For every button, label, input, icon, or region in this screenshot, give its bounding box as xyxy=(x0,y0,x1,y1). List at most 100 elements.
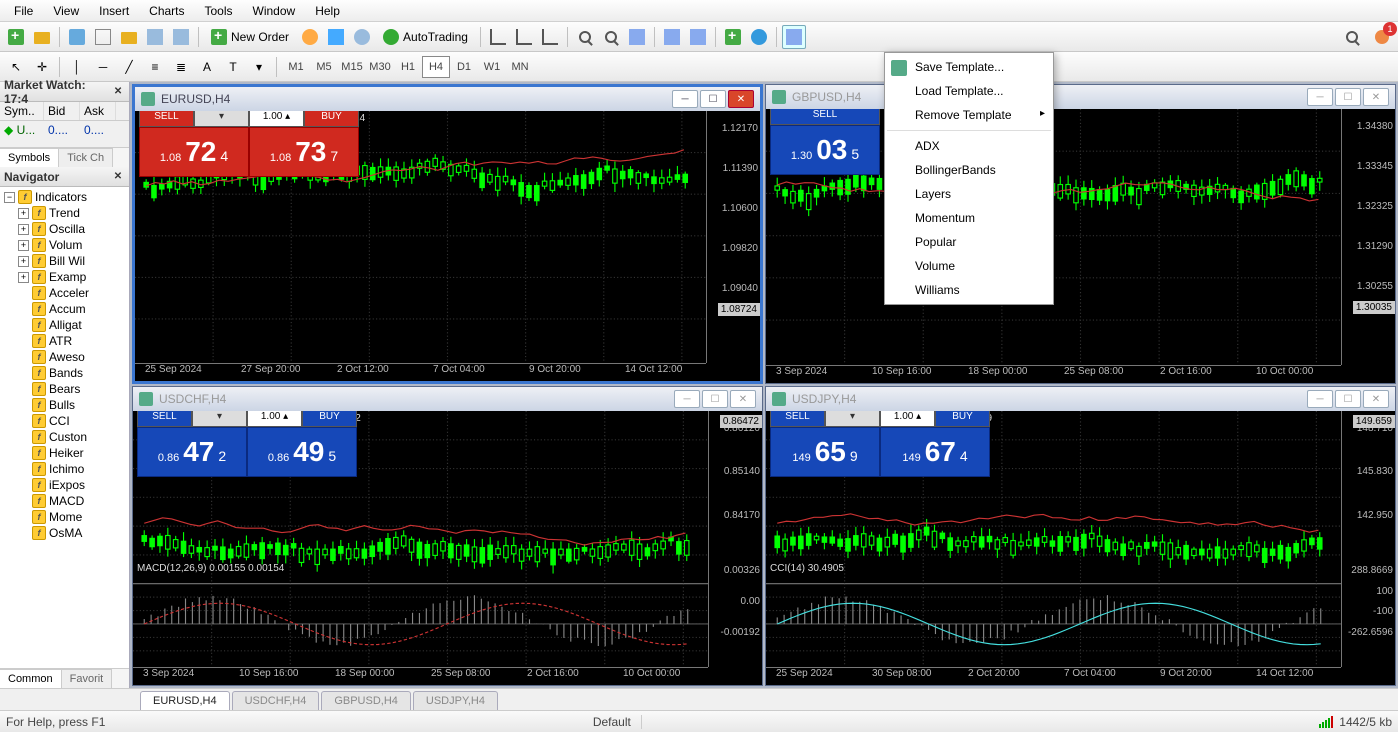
buy-box[interactable]: 149674 xyxy=(880,427,990,477)
tab-symbols[interactable]: Symbols xyxy=(0,148,59,167)
timeframe-m1[interactable]: M1 xyxy=(282,56,310,78)
menu-window[interactable]: Window xyxy=(243,2,306,20)
nav-item-bulls[interactable]: fBulls xyxy=(2,397,127,413)
minimize-button[interactable]: ─ xyxy=(1307,88,1333,106)
dd-preset-popular[interactable]: Popular xyxy=(885,230,1053,254)
periodicity-button[interactable] xyxy=(747,25,771,49)
fibonacci-button[interactable]: ≣ xyxy=(169,55,193,79)
auto-scroll-button[interactable] xyxy=(660,25,684,49)
text-button[interactable]: A xyxy=(195,55,219,79)
chart-titlebar[interactable]: USDJPY,H4 ─ ☐ ✕ xyxy=(766,387,1395,411)
timeframe-h4[interactable]: H4 xyxy=(422,56,450,78)
nav-item-bears[interactable]: fBears xyxy=(2,381,127,397)
navigator-close[interactable]: ✕ xyxy=(111,170,125,184)
nav-item-custon[interactable]: fCuston xyxy=(2,429,127,445)
chart-window-usdjpy-h4[interactable]: USDJPY,H4 ─ ☐ ✕ ▲ USDJPY,H4 149.443 149.… xyxy=(765,386,1396,686)
dd-preset-bollingerbands[interactable]: BollingerBands xyxy=(885,158,1053,182)
dd-preset-momentum[interactable]: Momentum xyxy=(885,206,1053,230)
new-order-button[interactable]: New Order xyxy=(204,25,296,49)
zoom-in-button[interactable] xyxy=(573,25,597,49)
candle-chart-button[interactable] xyxy=(512,25,536,49)
nav-item-trend[interactable]: +fTrend xyxy=(2,205,127,221)
tree-root-indicators[interactable]: − f Indicators xyxy=(2,189,127,205)
meta-editor-button[interactable] xyxy=(298,25,322,49)
timeframe-m15[interactable]: M15 xyxy=(338,56,366,78)
vertical-line-button[interactable]: │ xyxy=(65,55,89,79)
minimize-button[interactable]: ─ xyxy=(674,390,700,408)
dd-preset-volume[interactable]: Volume xyxy=(885,254,1053,278)
chart-tab-gbpusd-h4[interactable]: GBPUSD,H4 xyxy=(321,691,411,710)
sell-label[interactable]: SELL xyxy=(770,109,880,125)
chart-titlebar[interactable]: GBPUSD,H4 ─ ☐ ✕ xyxy=(766,85,1395,109)
dd-save-template[interactable]: Save Template... xyxy=(885,55,1053,79)
chart-canvas[interactable]: ▲ USDJPY,H4 149.443 149.739 149.200 149.… xyxy=(766,411,1395,685)
sell-box[interactable]: 1.30035 xyxy=(770,125,880,175)
nav-item-osma[interactable]: fOsMA xyxy=(2,525,127,541)
navigator-toggle[interactable] xyxy=(117,25,141,49)
timeframe-mn[interactable]: MN xyxy=(506,56,534,78)
maximize-button[interactable]: ☐ xyxy=(1335,88,1361,106)
nav-item-heiker[interactable]: fHeiker xyxy=(2,445,127,461)
timeframe-d1[interactable]: D1 xyxy=(450,56,478,78)
volume-down[interactable]: ▾ xyxy=(825,411,880,427)
dd-load-template[interactable]: Load Template... xyxy=(885,79,1053,103)
col-bid[interactable]: Bid xyxy=(44,102,80,120)
nav-item-acceler[interactable]: fAcceler xyxy=(2,285,127,301)
nav-item-aweso[interactable]: fAweso xyxy=(2,349,127,365)
cursor-button[interactable]: ↖ xyxy=(4,55,28,79)
nav-item-volum[interactable]: +fVolum xyxy=(2,237,127,253)
profiles-button[interactable] xyxy=(30,25,54,49)
horizontal-line-button[interactable]: ─ xyxy=(91,55,115,79)
tab-tick-chart[interactable]: Tick Ch xyxy=(59,148,113,167)
col-ask[interactable]: Ask xyxy=(80,102,116,120)
chart-canvas[interactable]: ▲ GBPUSD,H4 1.3014 SELL 1.30035 xyxy=(766,109,1395,383)
nav-item-bands[interactable]: fBands xyxy=(2,365,127,381)
market-watch-toggle[interactable] xyxy=(65,25,89,49)
dd-preset-williams[interactable]: Williams xyxy=(885,278,1053,302)
crosshair-button[interactable]: ✛ xyxy=(30,55,54,79)
chart-window-eurusd-h4[interactable]: EURUSD,H4 ─ ☐ ✕ ▲ EURUSD,H4 1.08884 1.08… xyxy=(132,84,763,384)
nav-item-examp[interactable]: +fExamp xyxy=(2,269,127,285)
bar-chart-button[interactable] xyxy=(486,25,510,49)
chart-window-usdchf-h4[interactable]: USDCHF,H4 ─ ☐ ✕ ▲ USDCHF,H4 0.86311 0.86… xyxy=(132,386,763,686)
sell-label[interactable]: SELL xyxy=(137,411,192,427)
sell-label[interactable]: SELL xyxy=(139,111,194,127)
menu-insert[interactable]: Insert xyxy=(89,2,139,20)
timeframe-m30[interactable]: M30 xyxy=(366,56,394,78)
close-button[interactable]: ✕ xyxy=(1363,390,1389,408)
sell-label[interactable]: SELL xyxy=(770,411,825,427)
buy-label[interactable]: BUY xyxy=(304,111,359,127)
sell-box[interactable]: 1.08724 xyxy=(139,127,249,177)
strategy-tester-toggle[interactable] xyxy=(169,25,193,49)
nav-item-accum[interactable]: fAccum xyxy=(2,301,127,317)
channel-button[interactable]: ≡ xyxy=(143,55,167,79)
tab-common[interactable]: Common xyxy=(0,669,62,688)
menu-charts[interactable]: Charts xyxy=(139,2,194,20)
nav-item-macd[interactable]: fMACD xyxy=(2,493,127,509)
data-window-toggle[interactable] xyxy=(91,25,115,49)
nav-item-atr[interactable]: fATR xyxy=(2,333,127,349)
signals-button[interactable] xyxy=(350,25,374,49)
sell-box[interactable]: 0.86472 xyxy=(137,427,247,477)
chart-shift-button[interactable] xyxy=(686,25,710,49)
collapse-icon[interactable]: − xyxy=(4,192,15,203)
tab-favorites[interactable]: Favorit xyxy=(62,669,113,688)
zoom-out-button[interactable] xyxy=(599,25,623,49)
nav-item-billwil[interactable]: +fBill Wil xyxy=(2,253,127,269)
chart-tab-usdjpy-h4[interactable]: USDJPY,H4 xyxy=(413,691,498,710)
dd-remove-template[interactable]: Remove Template xyxy=(885,103,1053,127)
chart-titlebar[interactable]: EURUSD,H4 ─ ☐ ✕ xyxy=(135,87,760,111)
nav-item-cci[interactable]: fCCI xyxy=(2,413,127,429)
chart-tab-eurusd-h4[interactable]: EURUSD,H4 xyxy=(140,691,230,710)
maximize-button[interactable]: ☐ xyxy=(1335,390,1361,408)
nav-item-oscilla[interactable]: +fOscilla xyxy=(2,221,127,237)
expand-icon[interactable]: + xyxy=(18,256,29,267)
market-watch-close[interactable]: ✕ xyxy=(111,85,125,99)
text-label-button[interactable]: T xyxy=(221,55,245,79)
dd-preset-layers[interactable]: Layers xyxy=(885,182,1053,206)
expand-icon[interactable]: + xyxy=(18,208,29,219)
menu-view[interactable]: View xyxy=(43,2,89,20)
timeframe-m5[interactable]: M5 xyxy=(310,56,338,78)
col-symbol[interactable]: Sym.. xyxy=(0,102,44,120)
expand-icon[interactable]: + xyxy=(18,272,29,283)
